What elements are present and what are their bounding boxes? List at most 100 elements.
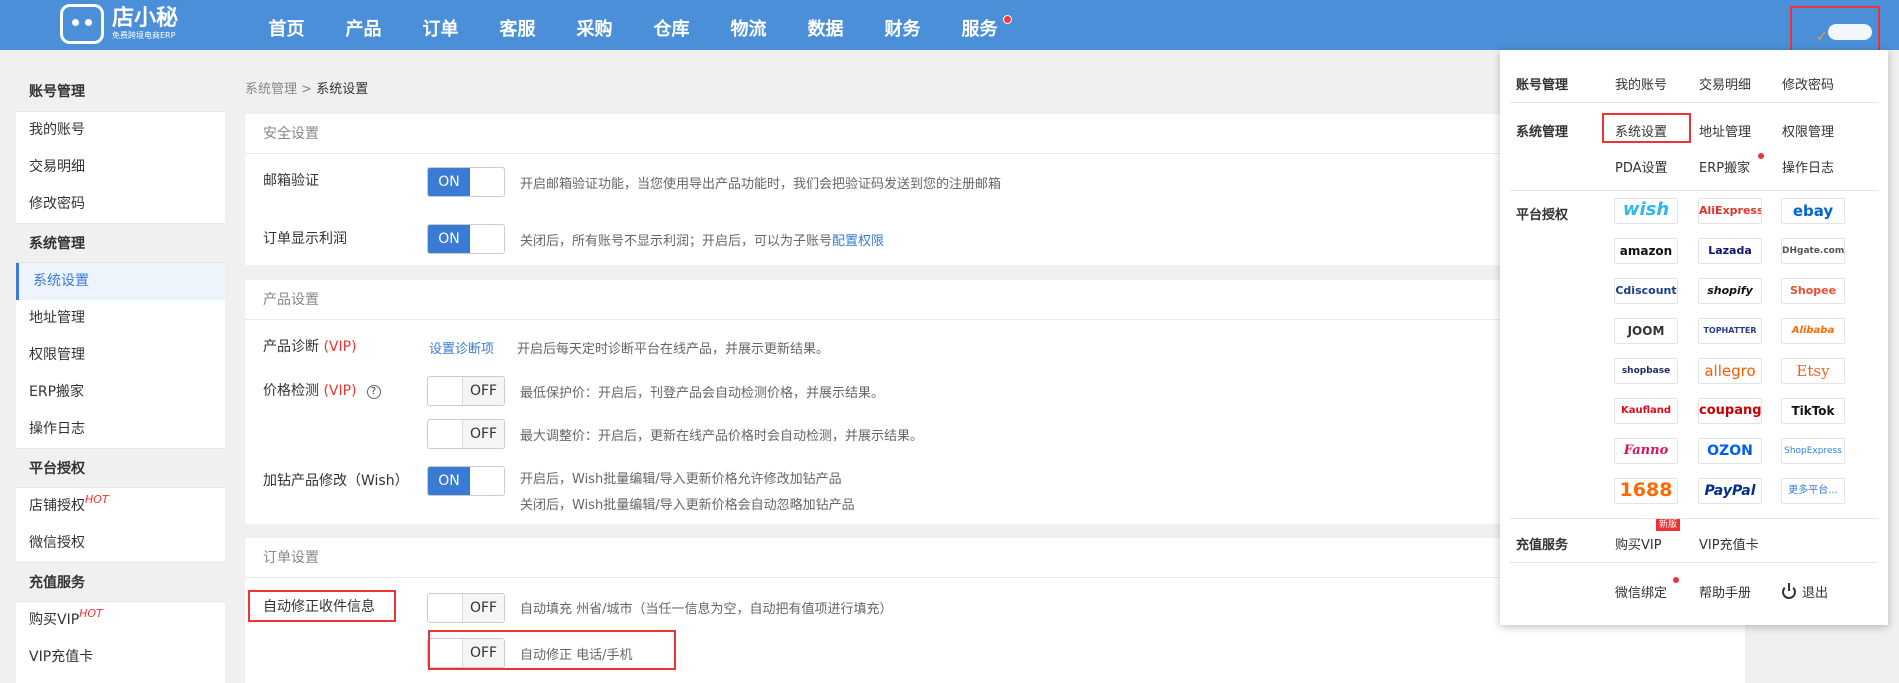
platform-shopee[interactable]: Shopee: [1781, 278, 1845, 304]
new-version-badge: 新版: [1656, 519, 1681, 531]
order-profit-label: 订单显示利润: [263, 231, 347, 247]
dropdown-change-password[interactable]: 修改密码: [1782, 74, 1834, 93]
label-text: 价格检测: [263, 383, 319, 399]
breadcrumb-separator: >: [301, 82, 313, 97]
sidebar-item-erp-migrate[interactable]: ERP搬家: [16, 374, 225, 411]
order-profit-desc: 关闭后，所有账号不显示利润；开启后，可以为子账号配置权限: [520, 230, 884, 249]
sidebar-item-buy-vip[interactable]: 购买VIPHOT: [16, 602, 225, 639]
platform-cdiscount[interactable]: Cdiscount: [1614, 278, 1678, 304]
logout-label: 退出: [1802, 586, 1829, 601]
dropdown-label-platform: 平台授权: [1516, 208, 1569, 223]
dropdown-transactions[interactable]: 交易明细: [1699, 74, 1751, 93]
diagnosis-settings-link[interactable]: 设置诊断项: [429, 338, 494, 357]
configure-permissions-link[interactable]: 配置权限: [832, 234, 884, 249]
platform-tophatter[interactable]: TOPHATTER: [1698, 318, 1762, 344]
auto-fill-state-city-desc: 自动填充 州省/城市（当任一信息为空，自动把有值项进行填充）: [520, 602, 893, 617]
platform-kaufland[interactable]: Kaufland: [1614, 398, 1678, 424]
divider: [1510, 102, 1878, 103]
max-price-desc: 最大调整价：开启后，更新在线产品价格时会自动检测，并展示结果。: [520, 429, 924, 444]
platform-paypal[interactable]: PayPal: [1698, 478, 1762, 504]
robot-logo-icon: [60, 4, 104, 44]
auto-fill-state-city-toggle[interactable]: OFF: [427, 593, 505, 623]
dropdown-pda-settings[interactable]: PDA设置: [1615, 157, 1668, 176]
dropdown-help-manual[interactable]: 帮助手册: [1699, 582, 1751, 601]
nav-customer-service[interactable]: 客服: [479, 0, 556, 50]
wish-diamond-toggle[interactable]: ON: [427, 466, 505, 496]
sidebar-item-store-auth[interactable]: 店铺授权HOT: [16, 488, 225, 525]
dropdown-label-recharge: 充值服务: [1516, 538, 1569, 553]
nav-services-label: 服务: [961, 19, 998, 40]
wish-diamond-desc-on: 开启后，Wish批量编辑/导入更新价格允许修改加钻产品: [520, 472, 842, 487]
platform-aliexpress[interactable]: AliExpress: [1698, 198, 1762, 224]
breadcrumb-current: 系统设置: [316, 82, 369, 97]
platform-lazada[interactable]: Lazada: [1698, 238, 1762, 264]
nav-data[interactable]: 数据: [787, 0, 864, 50]
sidebar-item-permissions[interactable]: 权限管理: [16, 337, 225, 374]
highlight-box: [248, 590, 396, 622]
dropdown-logout[interactable]: 退出: [1782, 582, 1828, 601]
sidebar-item-operation-log[interactable]: 操作日志: [16, 411, 225, 448]
dropdown-wechat-bind[interactable]: 微信绑定: [1615, 582, 1667, 601]
dropdown-vip-card[interactable]: VIP充值卡: [1699, 534, 1759, 553]
brand-name: 店小秘: [112, 6, 179, 31]
logo[interactable]: 店小秘 免费跨境电商ERP: [60, 2, 178, 46]
price-check-label: 价格检测 (VIP)?: [263, 380, 381, 400]
platform-amazon[interactable]: amazon: [1614, 238, 1678, 264]
highlight-box: [1602, 113, 1691, 143]
nav-home[interactable]: 首页: [248, 0, 325, 50]
min-price-toggle[interactable]: OFF: [427, 376, 505, 406]
sidebar-item-system-settings[interactable]: 系统设置: [16, 263, 225, 300]
sidebar-item-transactions[interactable]: 交易明细: [16, 149, 225, 186]
notification-dot: [1673, 577, 1679, 583]
dropdown-address[interactable]: 地址管理: [1699, 121, 1751, 140]
platform-ebay[interactable]: ebay: [1781, 198, 1845, 224]
nav-services[interactable]: 服务: [941, 0, 1018, 50]
nav-product[interactable]: 产品: [325, 0, 402, 50]
vip-tag: (VIP): [323, 339, 357, 355]
platform-shopify[interactable]: shopify: [1698, 278, 1762, 304]
platform-shopbase[interactable]: shopbase: [1614, 358, 1678, 384]
platform-allegro[interactable]: allegro: [1698, 358, 1762, 384]
order-profit-toggle[interactable]: ON: [427, 224, 505, 254]
platform-wish[interactable]: wish: [1614, 198, 1678, 224]
platform-shopexpress[interactable]: ShopExpress: [1781, 438, 1845, 464]
nav-purchase[interactable]: 采购: [556, 0, 633, 50]
more-platforms-button[interactable]: 更多平台...: [1781, 478, 1845, 504]
platform-fanno[interactable]: Fanno: [1614, 438, 1678, 464]
breadcrumb-parent[interactable]: 系统管理: [245, 82, 297, 97]
divider: [1510, 562, 1878, 563]
email-verify-toggle[interactable]: ON: [427, 167, 505, 197]
platform-tiktok[interactable]: TikTok: [1781, 398, 1845, 424]
nav-finance[interactable]: 财务: [864, 0, 941, 50]
breadcrumb: 系统管理 > 系统设置: [245, 78, 368, 97]
platform-ozon[interactable]: OZON: [1698, 438, 1762, 464]
dropdown-permissions[interactable]: 权限管理: [1782, 121, 1834, 140]
dropdown-buy-vip[interactable]: 购买VIP: [1615, 534, 1662, 553]
toggle-state: ON: [428, 467, 470, 495]
platform-1688[interactable]: 1688: [1614, 478, 1678, 504]
platform-alibaba[interactable]: Alibaba: [1781, 318, 1845, 344]
sidebar-item-address[interactable]: 地址管理: [16, 300, 225, 337]
nav-warehouse[interactable]: 仓库: [633, 0, 710, 50]
sidebar-item-my-account[interactable]: 我的账号: [16, 112, 225, 149]
email-verify-label: 邮箱验证: [263, 173, 319, 189]
user-avatar-icon: ✓: [1800, 21, 1828, 45]
sidebar-item-wechat-auth[interactable]: 微信授权: [16, 525, 225, 562]
toggle-state: ON: [428, 168, 470, 196]
sidebar-item-change-password[interactable]: 修改密码: [16, 186, 225, 223]
sidebar-item-label: 店铺授权: [29, 498, 85, 514]
platform-coupang[interactable]: coupang: [1698, 398, 1762, 424]
max-price-toggle[interactable]: OFF: [427, 419, 505, 449]
platform-joom[interactable]: JOOM: [1614, 318, 1678, 344]
nav-order[interactable]: 订单: [402, 0, 479, 50]
sidebar-item-vip-card[interactable]: VIP充值卡: [16, 639, 225, 676]
help-icon[interactable]: ?: [366, 385, 381, 399]
dropdown-my-account[interactable]: 我的账号: [1615, 74, 1667, 93]
dropdown-erp-migrate[interactable]: ERP搬家: [1699, 157, 1750, 176]
nav-logistics[interactable]: 物流: [710, 0, 787, 50]
order-profit-desc-text: 关闭后，所有账号不显示利润；开启后，可以为子账号: [520, 234, 833, 249]
platform-etsy[interactable]: Etsy: [1781, 358, 1845, 384]
platform-dhgate[interactable]: DHgate.com: [1781, 238, 1845, 264]
dropdown-operation-log[interactable]: 操作日志: [1782, 157, 1834, 176]
main-nav: 首页 产品 订单 客服 采购 仓库 物流 数据 财务 服务: [248, 0, 1018, 50]
